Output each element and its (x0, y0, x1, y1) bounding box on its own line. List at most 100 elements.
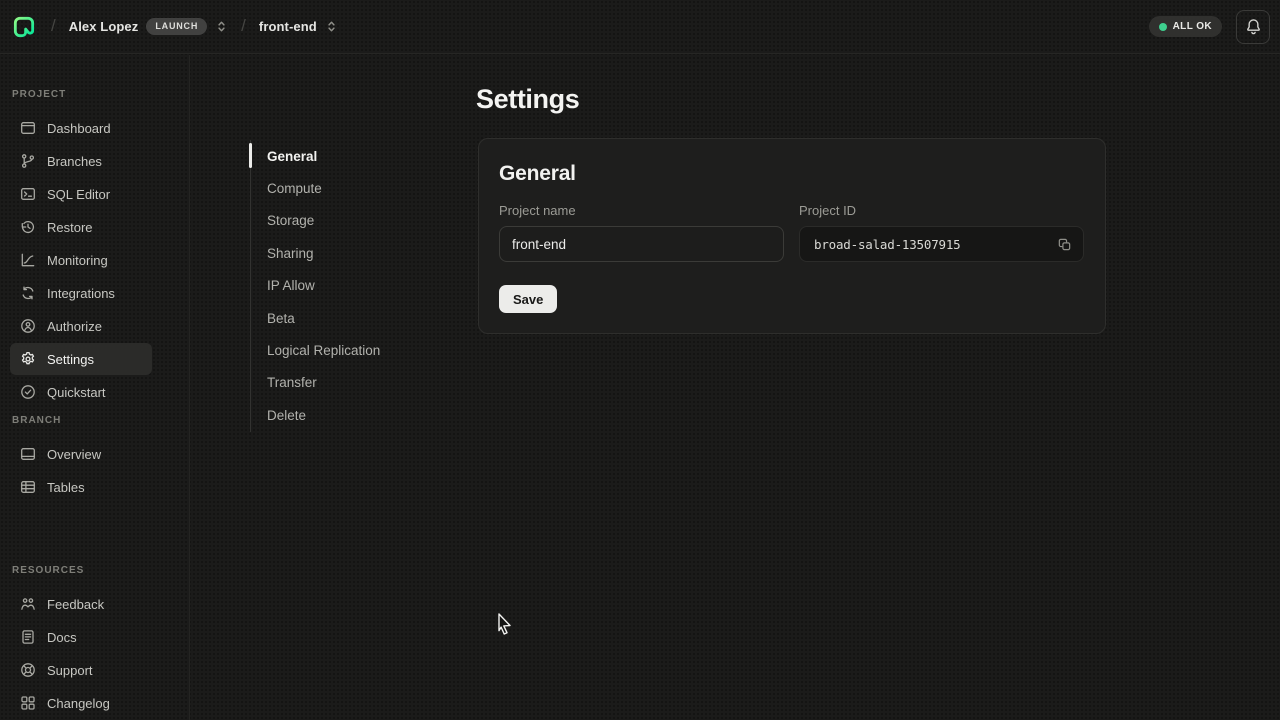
sidebar-section-branch: BRANCH Overview Tables (10, 415, 181, 504)
tables-icon (20, 479, 36, 495)
copy-button[interactable] (1051, 231, 1077, 257)
field-project-id: Project IDbroad-salad-13507915 (799, 203, 1084, 262)
settings-tab-label: General (267, 149, 317, 164)
monitoring-icon (20, 252, 36, 268)
integrations-icon (20, 285, 36, 301)
feedback-icon (20, 596, 36, 612)
status-label: ALL OK (1173, 21, 1212, 32)
project-id-value-box: broad-salad-13507915 (799, 226, 1084, 262)
card-title: General (499, 162, 1085, 186)
active-tab-indicator (249, 143, 252, 168)
sidebar: PROJECT Dashboard Branches SQL Editor Restor… (0, 55, 190, 720)
chevron-updown-icon (325, 20, 338, 33)
sidebar-item-label: Authorize (47, 319, 102, 334)
sidebar-section-project: PROJECT Dashboard Branches SQL Editor Restor… (10, 89, 181, 409)
sidebar-item-overview[interactable]: Overview (10, 438, 159, 470)
sidebar-item-sql-editor[interactable]: SQL Editor (10, 178, 159, 210)
settings-tab-label: Sharing (267, 246, 314, 261)
sidebar-item-dashboard[interactable]: Dashboard (10, 112, 159, 144)
top-bar: / Alex Lopez LAUNCH / front-end ALL OK (0, 0, 1280, 54)
sql-editor-icon (20, 186, 36, 202)
breadcrumb-separator: / (51, 16, 56, 36)
branches-icon (20, 153, 36, 169)
field-project-name: Project name (499, 203, 784, 262)
settings-tab-transfer[interactable]: Transfer (251, 367, 450, 399)
sidebar-item-restore[interactable]: Restore (10, 211, 159, 243)
sidebar-section-label: BRANCH (10, 415, 181, 426)
settings-tab-beta[interactable]: Beta (251, 302, 450, 334)
sidebar-item-label: Monitoring (47, 253, 108, 268)
bell-icon (1245, 18, 1262, 35)
dashboard-icon (20, 120, 36, 136)
sidebar-item-label: Quickstart (47, 385, 106, 400)
settings-tab-delete[interactable]: Delete (251, 399, 450, 431)
settings-tab-label: Delete (267, 408, 306, 423)
project-selector[interactable]: front-end (259, 19, 338, 34)
field-label: Project name (499, 203, 784, 218)
sidebar-item-monitoring[interactable]: Monitoring (10, 244, 159, 276)
settings-tab-logical-replication[interactable]: Logical Replication (251, 334, 450, 366)
settings-tab-general[interactable]: General (251, 140, 450, 172)
settings-tab-compute[interactable]: Compute (251, 172, 450, 204)
copy-icon (1057, 237, 1072, 252)
sidebar-item-label: Support (47, 663, 93, 678)
status-badge[interactable]: ALL OK (1149, 16, 1222, 37)
settings-tab-label: IP Allow (267, 278, 315, 293)
sidebar-section-resources: RESOURCES Feedback Docs Support Changelog (10, 565, 181, 720)
sidebar-item-label: Integrations (47, 286, 115, 301)
settings-subnav: General Compute Storage Sharing IP Allow Beta… (250, 140, 450, 432)
sidebar-item-support[interactable]: Support (10, 654, 159, 686)
sidebar-item-docs[interactable]: Docs (10, 621, 159, 653)
sidebar-item-label: Restore (47, 220, 93, 235)
overview-icon (20, 446, 36, 462)
settings-tab-label: Transfer (267, 375, 317, 390)
authorize-icon (20, 318, 36, 334)
sidebar-item-label: Overview (47, 447, 101, 462)
settings-tab-storage[interactable]: Storage (251, 205, 450, 237)
sidebar-item-label: Feedback (47, 597, 104, 612)
settings-tab-label: Beta (267, 311, 295, 326)
org-selector[interactable]: Alex Lopez LAUNCH (69, 18, 228, 35)
sidebar-item-label: Settings (47, 352, 94, 367)
status-dot-icon (1159, 23, 1167, 31)
mouse-cursor (496, 612, 514, 638)
support-icon (20, 662, 36, 678)
settings-tab-label: Compute (267, 181, 322, 196)
neon-logo[interactable] (10, 13, 38, 41)
sidebar-item-feedback[interactable]: Feedback (10, 588, 159, 620)
sidebar-item-quickstart[interactable]: Quickstart (10, 376, 159, 408)
breadcrumb: / Alex Lopez LAUNCH / front-end (10, 13, 338, 41)
chevron-updown-icon (215, 20, 228, 33)
project-name-input[interactable] (499, 226, 784, 262)
settings-tab-label: Logical Replication (267, 343, 380, 358)
notifications-button[interactable] (1236, 10, 1270, 44)
sidebar-item-tables[interactable]: Tables (10, 471, 159, 503)
project-id-value: broad-salad-13507915 (814, 237, 1051, 252)
quickstart-icon (20, 384, 36, 400)
sidebar-item-label: SQL Editor (47, 187, 110, 202)
save-button[interactable]: Save (499, 285, 557, 313)
sidebar-section-label: RESOURCES (10, 565, 181, 576)
changelog-icon (20, 695, 36, 711)
docs-icon (20, 629, 36, 645)
card-fields: Project name Project IDbroad-salad-135079… (499, 203, 1085, 262)
sidebar-item-label: Branches (47, 154, 102, 169)
sidebar-item-settings[interactable]: Settings (10, 343, 152, 375)
org-plan-badge: LAUNCH (146, 18, 207, 35)
settings-tab-sharing[interactable]: Sharing (251, 237, 450, 269)
project-name: front-end (259, 19, 317, 34)
sidebar-item-label: Tables (47, 480, 85, 495)
sidebar-item-label: Dashboard (47, 121, 111, 136)
org-name: Alex Lopez (69, 19, 139, 34)
settings-icon (20, 351, 36, 367)
sidebar-item-label: Changelog (47, 696, 110, 711)
breadcrumb-separator: / (241, 16, 246, 36)
sidebar-item-branches[interactable]: Branches (10, 145, 159, 177)
settings-tab-ip-allow[interactable]: IP Allow (251, 270, 450, 302)
sidebar-section-label: PROJECT (10, 89, 181, 100)
sidebar-item-changelog[interactable]: Changelog (10, 687, 159, 719)
sidebar-item-authorize[interactable]: Authorize (10, 310, 159, 342)
sidebar-item-integrations[interactable]: Integrations (10, 277, 159, 309)
restore-icon (20, 219, 36, 235)
general-settings-card: General Project name Project IDbroad-sala… (478, 138, 1106, 334)
